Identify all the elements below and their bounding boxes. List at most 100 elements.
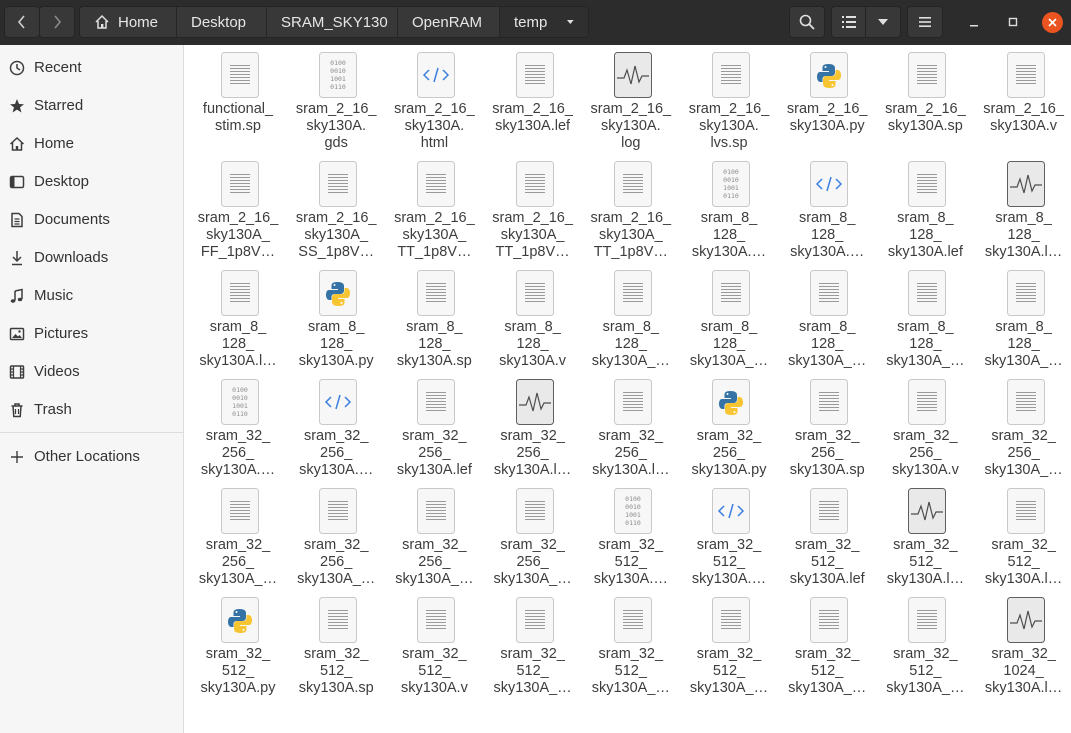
sidebar-item-downloads[interactable]: Downloads: [0, 240, 183, 276]
file-item[interactable]: sram_32_ 256_ sky130A_…: [287, 481, 385, 587]
file-item[interactable]: sram_32_ 256_ sky130A.l…: [484, 372, 582, 478]
desktop-icon: [9, 175, 25, 189]
sidebar-item-starred[interactable]: Starred: [0, 88, 183, 124]
file-item[interactable]: sram_32_ 512_ sky130A.py: [189, 590, 287, 696]
menu-button[interactable]: [907, 6, 943, 38]
file-item[interactable]: sram_2_16_ sky130A.py: [778, 45, 876, 151]
file-item[interactable]: sram_8_ 128_ sky130A.v: [484, 263, 582, 369]
file-text-icon: [417, 379, 456, 425]
file-item[interactable]: 0100 0010 1001 0110 sram_2_16_ sky130A. gds: [287, 45, 385, 151]
file-item[interactable]: sram_8_ 128_ sky130A.py: [287, 263, 385, 369]
file-item[interactable]: sram_32_ 512_ sky130A.lef: [778, 481, 876, 587]
file-name: sram_8_ 128_ sky130A.py: [298, 319, 374, 369]
back-button[interactable]: [4, 6, 40, 38]
file-item[interactable]: sram_2_16_ sky130A_ FF_1p8V…: [189, 154, 287, 260]
sidebar-item-desktop[interactable]: Desktop: [0, 164, 183, 200]
file-item[interactable]: sram_32_ 512_ sky130A_…: [778, 590, 876, 696]
file-item[interactable]: sram_32_ 512_ sky130A_…: [582, 590, 680, 696]
music-icon: [10, 288, 23, 303]
file-name: sram_32_ 256_ sky130A.lef: [396, 428, 472, 478]
file-item[interactable]: sram_32_ 256_ sky130A_…: [975, 372, 1071, 478]
view-options-button[interactable]: [865, 6, 901, 38]
file-text-icon: [417, 161, 456, 207]
file-item[interactable]: sram_8_ 128_ sky130A_…: [876, 263, 974, 369]
sidebar-item-documents[interactable]: Documents: [0, 202, 183, 238]
file-item[interactable]: sram_8_ 128_ sky130A.l…: [189, 263, 287, 369]
sidebar-item-home[interactable]: Home: [0, 126, 183, 162]
file-item[interactable]: sram_2_16_ sky130A. log: [582, 45, 680, 151]
breadcrumb-desktop[interactable]: Desktop: [177, 7, 267, 37]
file-item[interactable]: sram_32_ 256_ sky130A.lef: [385, 372, 483, 478]
file-item[interactable]: sram_8_ 128_ sky130A.l…: [975, 154, 1071, 260]
file-item[interactable]: sram_32_ 512_ sky130A.l…: [975, 481, 1071, 587]
sidebar-item-pictures[interactable]: Pictures: [0, 316, 183, 352]
file-item[interactable]: sram_8_ 128_ sky130A_…: [975, 263, 1071, 369]
breadcrumb-sram-sky130[interactable]: SRAM_SKY130: [267, 7, 398, 37]
file-item[interactable]: sram_2_16_ sky130A.v: [975, 45, 1071, 151]
file-name: sram_8_ 128_ sky130A_…: [788, 319, 867, 369]
file-item[interactable]: sram_8_ 128_ sky130A_…: [680, 263, 778, 369]
file-item[interactable]: sram_32_ 256_ sky130A_…: [189, 481, 287, 587]
file-item[interactable]: functional_ stim.sp: [189, 45, 287, 151]
file-html-icon: [810, 161, 849, 207]
minimize-button[interactable]: [964, 12, 984, 32]
file-item[interactable]: sram_32_ 512_ sky130A.v: [385, 590, 483, 696]
file-item[interactable]: sram_8_ 128_ sky130A.sp: [385, 263, 483, 369]
file-text-icon: [908, 270, 947, 316]
file-item[interactable]: 0100 0010 1001 0110 sram_8_ 128_ sky130A.…: [680, 154, 778, 260]
file-item[interactable]: 0100 0010 1001 0110 sram_32_ 256_ sky130A.…: [189, 372, 287, 478]
sidebar-item-recent[interactable]: Recent: [0, 50, 183, 86]
sidebar-item-label: Starred: [34, 97, 84, 114]
file-item[interactable]: sram_2_16_ sky130A.sp: [876, 45, 974, 151]
file-name: sram_8_ 128_ sky130A_…: [886, 319, 965, 369]
file-name: sram_32_ 512_ sky130A.l…: [984, 537, 1063, 587]
file-item[interactable]: sram_8_ 128_ sky130A.lef: [876, 154, 974, 260]
view-list-button[interactable]: [831, 6, 866, 38]
breadcrumb-openram[interactable]: OpenRAM: [398, 7, 500, 37]
file-item[interactable]: sram_32_ 512_ sky130A_…: [680, 590, 778, 696]
file-item[interactable]: sram_32_ 256_ sky130A.sp: [778, 372, 876, 478]
sidebar-item-music[interactable]: Music: [0, 278, 183, 314]
file-item[interactable]: sram_32_ 256_ sky130A.l…: [582, 372, 680, 478]
file-name: sram_32_ 256_ sky130A.l…: [592, 428, 670, 478]
file-item[interactable]: sram_32_ 256_ sky130A_…: [385, 481, 483, 587]
file-item[interactable]: sram_32_ 512_ sky130A.l…: [876, 481, 974, 587]
svg-text:0010: 0010: [330, 67, 346, 75]
file-item[interactable]: sram_32_ 512_ sky130A_…: [876, 590, 974, 696]
file-item[interactable]: sram_32_ 256_ sky130A.v: [876, 372, 974, 478]
sidebar-item-videos[interactable]: Videos: [0, 354, 183, 390]
file-item[interactable]: sram_32_ 512_ sky130A_…: [484, 590, 582, 696]
file-item[interactable]: sram_32_ 1024_ sky130A.l…: [975, 590, 1071, 696]
file-item[interactable]: sram_2_16_ sky130A_ SS_1p8V…: [287, 154, 385, 260]
clock-icon: [9, 60, 25, 76]
breadcrumb-home[interactable]: Home: [80, 7, 177, 37]
file-item[interactable]: sram_2_16_ sky130A. lvs.sp: [680, 45, 778, 151]
maximize-button[interactable]: [1003, 12, 1023, 32]
file-item[interactable]: sram_2_16_ sky130A_ TT_1p8V…: [582, 154, 680, 260]
file-item[interactable]: 0100 0010 1001 0110 sram_32_ 512_ sky130A.…: [582, 481, 680, 587]
sidebar-item-other-locations[interactable]: Other Locations: [0, 439, 183, 475]
close-button[interactable]: [1042, 12, 1063, 33]
file-name: sram_8_ 128_ sky130A.…: [790, 210, 865, 260]
sidebar-item-label: Downloads: [34, 249, 109, 266]
breadcrumb-label: temp: [514, 13, 548, 31]
sidebar-item-trash[interactable]: Trash: [0, 392, 183, 428]
file-item[interactable]: sram_2_16_ sky130A_ TT_1p8V…: [484, 154, 582, 260]
file-item[interactable]: sram_32_ 256_ sky130A.py: [680, 372, 778, 478]
file-log-icon: [515, 379, 554, 425]
search-button[interactable]: [789, 6, 825, 38]
forward-button[interactable]: [39, 6, 75, 38]
breadcrumb-temp[interactable]: temp: [500, 7, 588, 37]
file-name: sram_32_ 256_ sky130A.…: [299, 428, 374, 478]
file-text-icon: [1006, 488, 1045, 534]
file-item[interactable]: sram_32_ 512_ sky130A.sp: [287, 590, 385, 696]
file-item[interactable]: sram_32_ 256_ sky130A_…: [484, 481, 582, 587]
file-item[interactable]: sram_8_ 128_ sky130A_…: [582, 263, 680, 369]
file-item[interactable]: sram_8_ 128_ sky130A_…: [778, 263, 876, 369]
file-item[interactable]: sram_2_16_ sky130A. html: [385, 45, 483, 151]
file-item[interactable]: sram_2_16_ sky130A_ TT_1p8V…: [385, 154, 483, 260]
file-item[interactable]: sram_32_ 512_ sky130A.…: [680, 481, 778, 587]
file-item[interactable]: sram_2_16_ sky130A.lef: [484, 45, 582, 151]
file-item[interactable]: sram_8_ 128_ sky130A.…: [778, 154, 876, 260]
file-item[interactable]: sram_32_ 256_ sky130A.…: [287, 372, 385, 478]
